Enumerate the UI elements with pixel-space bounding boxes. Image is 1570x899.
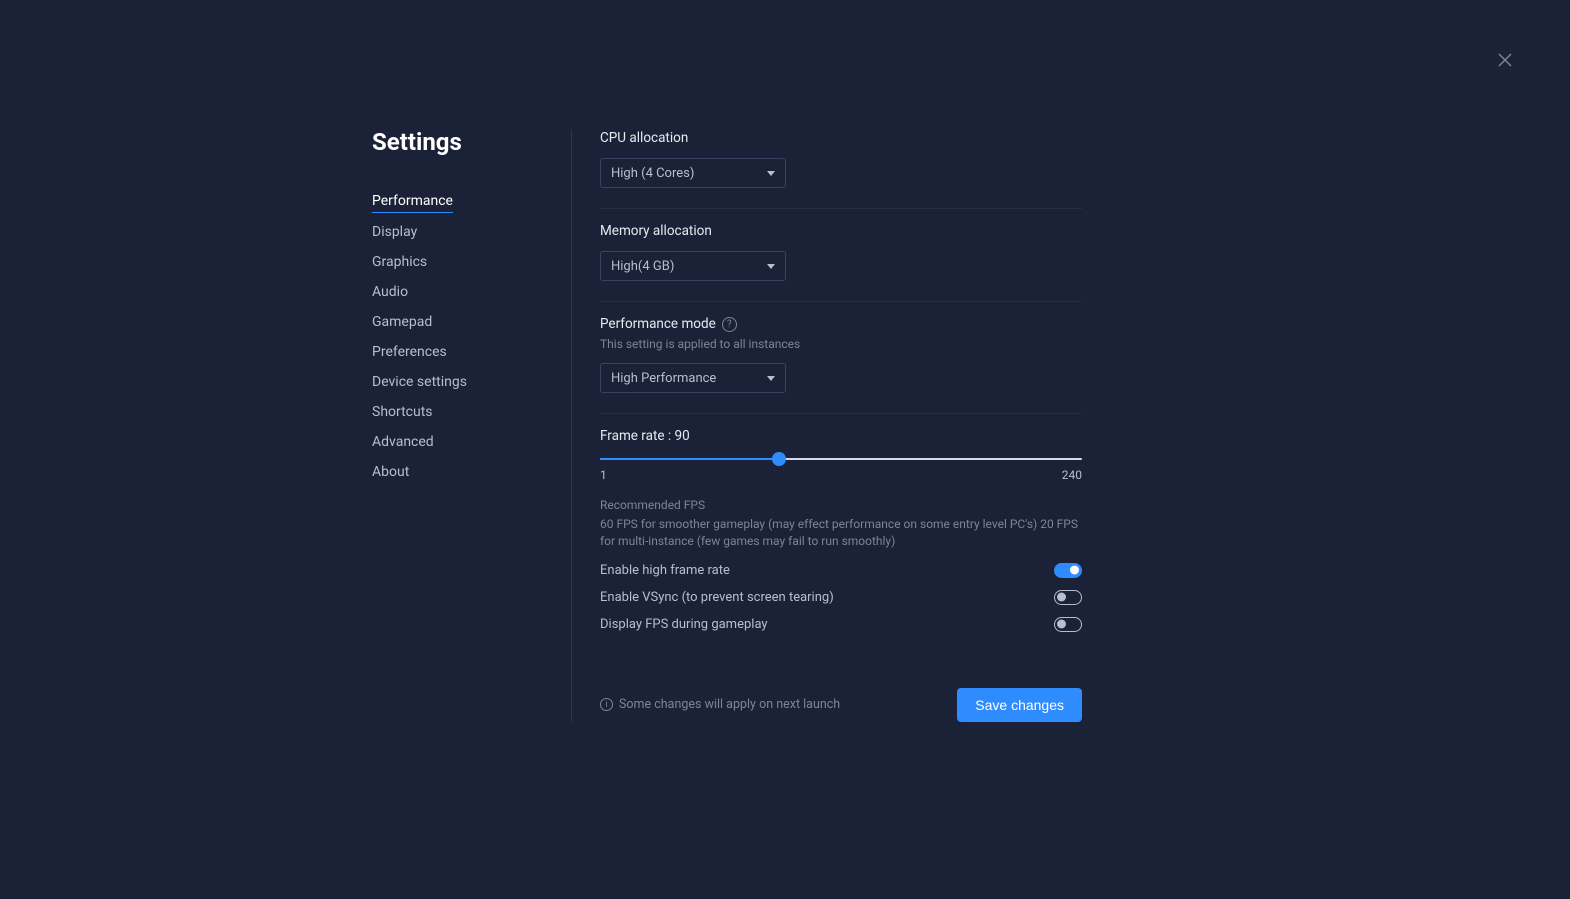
sidebar-item-display[interactable]: Display [372,217,541,247]
display-fps-toggle[interactable] [1054,617,1082,632]
close-button[interactable] [1495,50,1515,70]
memory-allocation-select[interactable]: High(4 GB) [600,251,786,281]
slider-thumb[interactable] [772,452,786,466]
display-fps-label: Display FPS during gameplay [600,617,768,632]
cpu-allocation-select[interactable]: High (4 Cores) [600,158,786,188]
recommended-fps-body: 60 FPS for smoother gameplay (may effect… [600,516,1082,551]
help-icon[interactable]: ? [722,317,737,332]
sidebar-item-device-settings[interactable]: Device settings [372,367,541,397]
sidebar-item-preferences[interactable]: Preferences [372,337,541,367]
chevron-down-icon [767,376,775,381]
enable-high-frame-rate-toggle[interactable] [1054,563,1082,578]
sidebar-item-gamepad[interactable]: Gamepad [372,307,541,337]
frame-rate-slider[interactable] [600,458,1082,460]
page-title: Settings [372,128,462,156]
settings-sidebar: Performance DisplayGraphicsAudioGamepadPr… [372,130,572,722]
performance-mode-select[interactable]: High Performance [600,363,786,393]
enable-vsync-label: Enable VSync (to prevent screen tearing) [600,590,834,605]
footer-note: i Some changes will apply on next launch [600,697,840,712]
cpu-allocation-value: High (4 Cores) [611,166,694,181]
performance-mode-sublabel: This setting is applied to all instances [600,337,1082,351]
performance-mode-value: High Performance [611,371,716,386]
chevron-down-icon [767,171,775,176]
frame-rate-label: Frame rate : 90 [600,428,1082,444]
sidebar-item-shortcuts[interactable]: Shortcuts [372,397,541,427]
frame-rate-max: 240 [1062,468,1082,482]
settings-content: CPU allocation High (4 Cores) Memory all… [572,130,1082,722]
enable-vsync-toggle[interactable] [1054,590,1082,605]
sidebar-item-audio[interactable]: Audio [372,277,541,307]
sidebar-item-graphics[interactable]: Graphics [372,247,541,277]
chevron-down-icon [767,264,775,269]
sidebar-item-about[interactable]: About [372,457,541,487]
sidebar-item-performance[interactable]: Performance [372,186,453,213]
footer-note-text: Some changes will apply on next launch [619,697,840,712]
performance-mode-label: Performance mode ? [600,316,1082,332]
sidebar-item-advanced[interactable]: Advanced [372,427,541,457]
performance-mode-label-text: Performance mode [600,316,716,332]
frame-rate-min: 1 [600,468,607,482]
memory-allocation-value: High(4 GB) [611,259,674,274]
save-changes-button[interactable]: Save changes [957,688,1082,722]
info-icon: i [600,698,613,711]
enable-high-frame-rate-label: Enable high frame rate [600,563,730,578]
memory-allocation-label: Memory allocation [600,223,1082,239]
cpu-allocation-label: CPU allocation [600,130,1082,146]
close-icon [1498,53,1512,67]
recommended-fps-title: Recommended FPS [600,498,1082,512]
